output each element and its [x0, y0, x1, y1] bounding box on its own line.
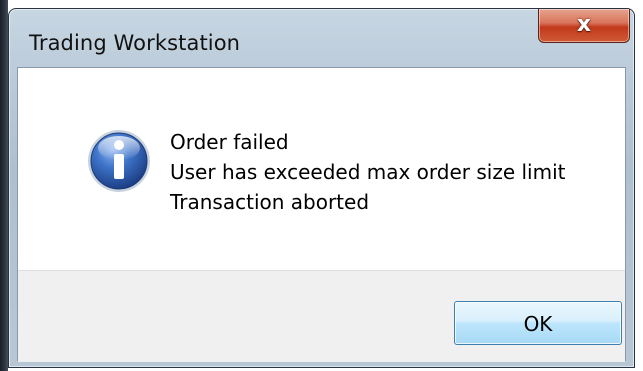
button-bar: OK [18, 270, 625, 362]
title-bar[interactable]: Trading Workstation x [9, 9, 634, 67]
close-button[interactable]: x [538, 9, 630, 43]
background-window-edge [0, 0, 8, 371]
dialog-client-area: Order failed User has exceeded max order… [17, 67, 626, 362]
ok-button[interactable]: OK [454, 301, 622, 345]
message-text: Order failed User has exceeded max order… [170, 127, 566, 217]
window-title: Trading Workstation [29, 31, 241, 55]
message-line-1: Order failed [170, 130, 289, 154]
message-line-2: User has exceeded max order size limit [170, 160, 566, 184]
dialog-window: Trading Workstation x Order failed User … [8, 8, 635, 368]
information-icon [88, 130, 150, 192]
ok-button-label: OK [523, 312, 553, 336]
message-area: Order failed User has exceeded max order… [18, 68, 625, 270]
close-icon: x [576, 12, 592, 37]
message-line-3: Transaction aborted [170, 190, 370, 214]
